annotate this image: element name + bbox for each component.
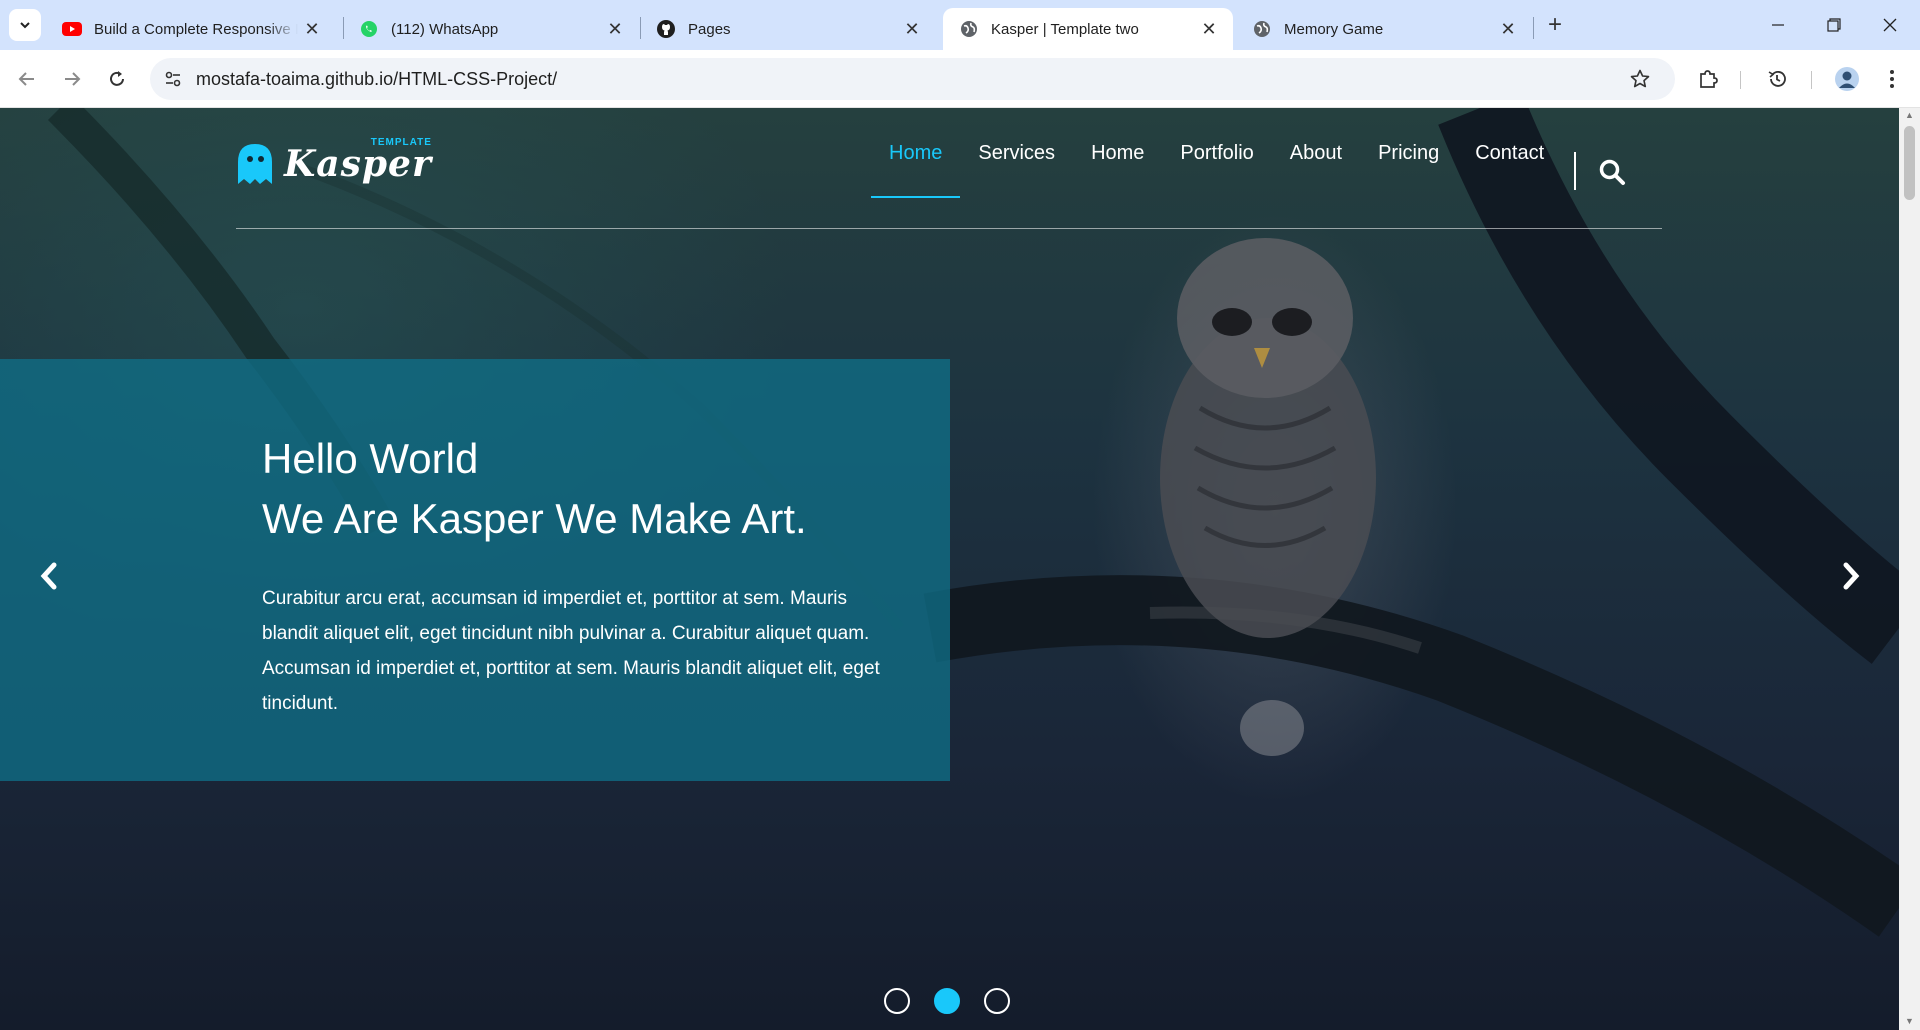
bookmark-star-icon[interactable]: [1630, 69, 1650, 94]
hero-text-panel: Hello World We Are Kasper We Make Art. C…: [0, 359, 950, 781]
nav-link-home[interactable]: Home: [871, 108, 961, 198]
whatsapp-icon: [359, 19, 379, 39]
toolbar-separator: [1740, 71, 1741, 89]
tab-separator: [1533, 17, 1534, 39]
profile-button[interactable]: [1830, 62, 1864, 96]
chevron-down-icon: [20, 22, 30, 29]
slider-bullet-3[interactable]: [984, 988, 1010, 1014]
page-viewport: Kasper TEMPLATE Home Services Home Portf…: [0, 108, 1899, 1030]
chevron-left-icon: [40, 562, 57, 590]
new-tab-button[interactable]: +: [1540, 10, 1570, 40]
tab-title: Kasper | Template two: [991, 20, 1139, 38]
logo-tagline: TEMPLATE: [370, 137, 432, 148]
nav-link-contact[interactable]: Contact: [1457, 108, 1562, 198]
site-search-button[interactable]: [1596, 156, 1628, 188]
browser-tab-memory-game[interactable]: Memory Game ✕: [1236, 8, 1532, 50]
arrow-right-icon: [65, 72, 81, 86]
minimize-button[interactable]: [1750, 0, 1806, 50]
browser-tabstrip: Build a Complete Responsive Po ✕ (112) W…: [0, 0, 1920, 50]
hero-title-line-1: Hello World: [262, 435, 479, 482]
browser-toolbar: mostafa-toaima.github.io/HTML-CSS-Projec…: [0, 50, 1920, 108]
minimize-icon: [1772, 24, 1784, 26]
globe-icon: [959, 19, 979, 39]
hero-description: Curabitur arcu erat, accumsan id imperdi…: [262, 588, 880, 714]
history-icon: [1768, 71, 1786, 87]
site-logo[interactable]: Kasper TEMPLATE: [236, 137, 432, 186]
close-icon: [1883, 18, 1897, 32]
close-window-button[interactable]: [1862, 0, 1918, 50]
close-tab-icon[interactable]: ✕: [601, 15, 629, 43]
arrow-left-icon: [18, 72, 34, 86]
tab-title: Memory Game: [1284, 20, 1384, 38]
nav-link-portfolio[interactable]: Portfolio: [1162, 108, 1271, 198]
ghost-logo-icon: [238, 144, 272, 184]
slider-prev-button[interactable]: [34, 556, 64, 596]
extensions-button[interactable]: [1691, 62, 1725, 96]
nav-link-home-2[interactable]: Home: [1073, 108, 1162, 198]
reload-icon: [110, 71, 124, 86]
restore-icon: [1827, 18, 1841, 32]
close-tab-icon[interactable]: ✕: [1195, 15, 1223, 43]
hero-title-line-2: We Are Kasper We Make Art.: [262, 495, 807, 542]
browser-tab-kasper[interactable]: Kasper | Template two ✕: [943, 8, 1233, 50]
browser-menu-button[interactable]: [1875, 62, 1909, 96]
nav-link-services[interactable]: Services: [960, 108, 1073, 198]
forward-button[interactable]: [55, 62, 89, 96]
hero-title: Hello World We Are Kasper We Make Art.: [262, 429, 807, 549]
tab-title: Build a Complete Responsive Po: [94, 20, 298, 38]
close-tab-icon[interactable]: ✕: [1494, 15, 1522, 43]
slider-bullets: [884, 988, 1010, 1014]
nav-link-about[interactable]: About: [1272, 108, 1360, 198]
scroll-down-arrow-icon[interactable]: ▼: [1904, 1016, 1915, 1026]
slider-next-button[interactable]: [1836, 556, 1866, 596]
scroll-up-arrow-icon[interactable]: ▲: [1904, 110, 1915, 120]
tab-search-button[interactable]: [9, 9, 41, 41]
scrollbar-thumb[interactable]: [1904, 126, 1915, 200]
logo-word: Kasper: [284, 143, 432, 185]
header-divider: [236, 228, 1662, 229]
owl-illustration: [1160, 238, 1376, 756]
youtube-icon: [62, 19, 82, 39]
globe-icon: [1252, 19, 1272, 39]
address-bar[interactable]: mostafa-toaima.github.io/HTML-CSS-Projec…: [150, 58, 1675, 100]
reload-button[interactable]: [100, 62, 134, 96]
page-scrollbar[interactable]: ▲ ▼: [1899, 108, 1920, 1030]
history-button[interactable]: [1760, 62, 1794, 96]
nav-link-pricing[interactable]: Pricing: [1360, 108, 1457, 198]
close-tab-icon[interactable]: ✕: [898, 15, 926, 43]
plus-icon: +: [1547, 11, 1562, 38]
close-tab-icon[interactable]: ✕: [298, 15, 326, 43]
browser-tab-youtube[interactable]: Build a Complete Responsive Po ✕: [46, 8, 336, 50]
browser-tab-pages[interactable]: Pages ✕: [640, 8, 936, 50]
logo-text: Kasper TEMPLATE: [284, 137, 432, 185]
puzzle-icon: [1700, 70, 1718, 88]
slider-bullet-1[interactable]: [884, 988, 910, 1014]
back-button[interactable]: [10, 62, 44, 96]
search-icon: [1599, 159, 1625, 185]
browser-tab-whatsapp[interactable]: (112) WhatsApp ✕: [343, 8, 639, 50]
restore-button[interactable]: [1806, 0, 1862, 50]
nav-divider: [1574, 152, 1576, 190]
slider-bullet-2[interactable]: [934, 988, 960, 1014]
kebab-menu-icon: [1890, 70, 1894, 88]
site-info-icon[interactable]: [164, 70, 182, 93]
tab-title: Pages: [688, 20, 731, 38]
main-nav: Home Services Home Portfolio About Prici…: [871, 108, 1562, 198]
toolbar-separator: [1811, 71, 1812, 89]
url-text: mostafa-toaima.github.io/HTML-CSS-Projec…: [196, 69, 558, 89]
tab-title: (112) WhatsApp: [391, 20, 499, 38]
github-icon: [656, 19, 676, 39]
chevron-right-icon: [1843, 562, 1860, 590]
avatar: [1835, 67, 1859, 91]
